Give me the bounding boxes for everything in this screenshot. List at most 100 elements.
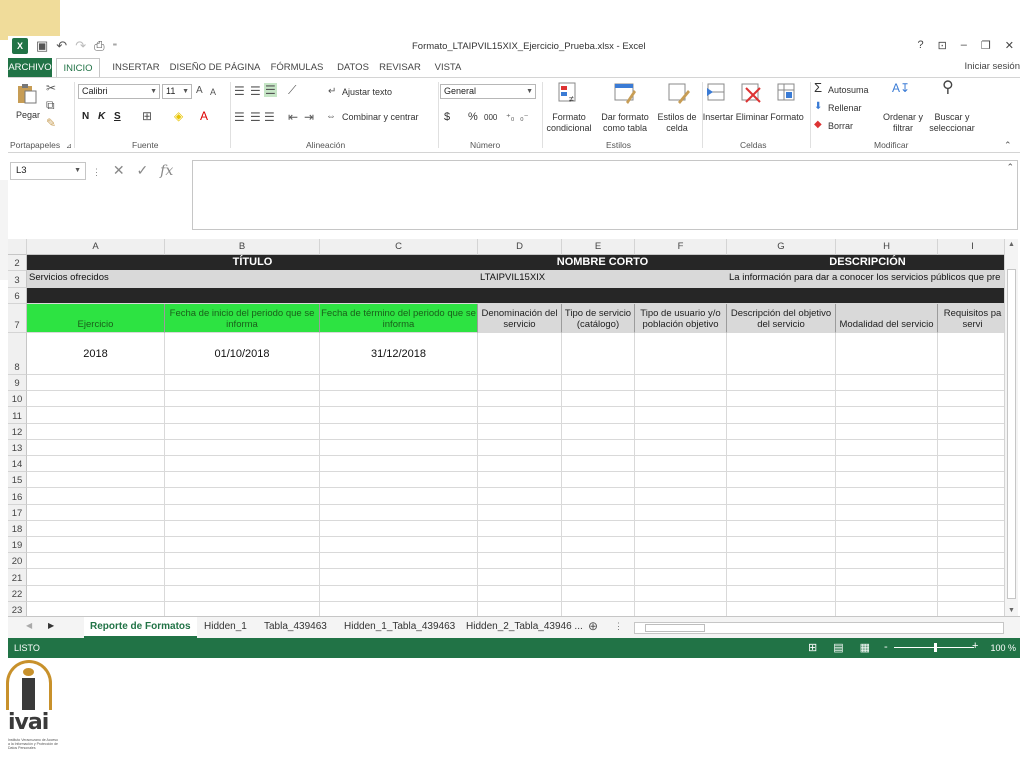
page-layout-icon[interactable]: ▤ bbox=[833, 641, 843, 654]
find-select-icon[interactable]: ⚲ bbox=[942, 80, 954, 96]
wrap-text-icon[interactable]: ↵ bbox=[328, 85, 336, 99]
increase-indent-icon[interactable]: ⇥ bbox=[304, 110, 314, 124]
row-header[interactable]: 16 bbox=[8, 488, 27, 505]
col-header-h[interactable]: H bbox=[836, 239, 938, 255]
format-painter-icon[interactable]: ✎ bbox=[46, 116, 56, 130]
sheet-tab-tabla[interactable]: Tabla_439463 bbox=[264, 617, 327, 638]
empty-cell[interactable] bbox=[836, 472, 938, 489]
scroll-down-icon[interactable]: ▼ bbox=[1008, 607, 1015, 614]
empty-cell[interactable] bbox=[727, 472, 836, 489]
empty-cell[interactable] bbox=[562, 569, 635, 586]
empty-cell[interactable] bbox=[320, 472, 478, 489]
insert-cells-button[interactable]: Insertar bbox=[700, 112, 736, 123]
empty-cell[interactable] bbox=[27, 472, 165, 489]
col-header-f[interactable]: F bbox=[635, 239, 727, 255]
empty-cell[interactable] bbox=[836, 553, 938, 570]
tab-diseno-pagina[interactable]: DISEÑO DE PÁGINA bbox=[168, 58, 262, 77]
row-header[interactable]: 21 bbox=[8, 569, 27, 586]
column-title-denominacion[interactable]: Denominación del servicio bbox=[478, 304, 562, 333]
empty-cell[interactable] bbox=[836, 423, 938, 440]
row-header[interactable]: 8 bbox=[8, 333, 27, 375]
empty-cell[interactable] bbox=[836, 375, 938, 392]
prev-sheet-icon[interactable]: ◀ bbox=[26, 621, 32, 630]
expand-formula-bar-icon[interactable]: ⌃ bbox=[1006, 162, 1014, 173]
empty-cell[interactable] bbox=[27, 553, 165, 570]
column-title-modalidad[interactable]: Modalidad del servicio bbox=[836, 304, 938, 333]
row-header[interactable]: 18 bbox=[8, 520, 27, 537]
copy-icon[interactable]: ⧉ bbox=[46, 98, 55, 112]
empty-cell[interactable] bbox=[165, 537, 320, 554]
row-header[interactable]: 9 bbox=[8, 375, 27, 392]
descripcion-header[interactable]: DESCRIPCIÓN bbox=[727, 255, 1004, 271]
empty-cell[interactable] bbox=[836, 407, 938, 424]
data-cell[interactable] bbox=[562, 333, 635, 375]
name-box[interactable]: L3 ▼ bbox=[10, 162, 86, 180]
gray-cell[interactable] bbox=[562, 271, 727, 288]
sheet-tab-reporte[interactable]: Reporte de Formatos bbox=[84, 617, 197, 638]
data-cell-fecha-inicio[interactable]: 01/10/2018 bbox=[165, 333, 320, 375]
ribbon-display-icon[interactable]: ⊡ bbox=[938, 39, 947, 52]
empty-cell[interactable] bbox=[938, 553, 1004, 570]
merge-center-icon[interactable]: ⇔ bbox=[326, 110, 336, 124]
minimize-icon[interactable]: – bbox=[961, 39, 967, 52]
scroll-thumb[interactable] bbox=[1007, 269, 1016, 599]
empty-cell[interactable] bbox=[478, 537, 562, 554]
empty-cell[interactable] bbox=[478, 439, 562, 456]
empty-cell[interactable] bbox=[562, 520, 635, 537]
empty-cell[interactable] bbox=[938, 407, 1004, 424]
conditional-format-button[interactable]: Formato condicional bbox=[544, 112, 594, 134]
empty-cell[interactable] bbox=[836, 456, 938, 473]
empty-cell[interactable] bbox=[27, 504, 165, 521]
col-header-g[interactable]: G bbox=[727, 239, 836, 255]
empty-cell[interactable] bbox=[165, 585, 320, 602]
number-format-combo[interactable]: General ▼ bbox=[440, 84, 536, 99]
empty-cell[interactable] bbox=[635, 423, 727, 440]
empty-cell[interactable] bbox=[27, 456, 165, 473]
empty-cell[interactable] bbox=[27, 423, 165, 440]
column-title-tipo-usuario[interactable]: Tipo de usuario y/o población objetivo bbox=[635, 304, 727, 333]
empty-cell[interactable] bbox=[478, 472, 562, 489]
clear-button[interactable]: Borrar bbox=[828, 121, 853, 132]
empty-cell[interactable] bbox=[320, 585, 478, 602]
normal-view-icon[interactable]: ⊞ bbox=[808, 641, 817, 654]
empty-cell[interactable] bbox=[478, 569, 562, 586]
empty-cell[interactable] bbox=[562, 375, 635, 392]
empty-cell[interactable] bbox=[727, 504, 836, 521]
empty-cell[interactable] bbox=[938, 391, 1004, 408]
nombre-corto-header[interactable]: NOMBRE CORTO bbox=[478, 255, 727, 271]
data-cell[interactable] bbox=[836, 333, 938, 375]
data-cell-fecha-termino[interactable]: 31/12/2018 bbox=[320, 333, 478, 375]
nombre-corto-value[interactable]: LTAIPVIL15XIX bbox=[478, 271, 562, 288]
print-preview-icon[interactable]: ⎙ bbox=[94, 38, 104, 54]
cell-styles-icon[interactable] bbox=[668, 82, 690, 104]
font-name-combo[interactable]: Calibri ▼ bbox=[78, 84, 160, 99]
empty-cell[interactable] bbox=[478, 407, 562, 424]
align-top-icon[interactable]: ☰ bbox=[234, 84, 245, 98]
empty-cell[interactable] bbox=[727, 585, 836, 602]
empty-cell[interactable] bbox=[27, 391, 165, 408]
sort-filter-button[interactable]: Ordenar y filtrar bbox=[880, 112, 926, 134]
empty-cell[interactable] bbox=[938, 375, 1004, 392]
row-header[interactable]: 15 bbox=[8, 472, 27, 489]
empty-cell[interactable] bbox=[562, 391, 635, 408]
cell-styles-button[interactable]: Estilos de celda bbox=[656, 112, 698, 134]
empty-cell[interactable] bbox=[635, 585, 727, 602]
empty-cell[interactable] bbox=[165, 456, 320, 473]
tab-datos[interactable]: DATOS bbox=[332, 58, 374, 77]
column-title-ejercicio[interactable]: Ejercicio bbox=[27, 304, 165, 333]
empty-cell[interactable] bbox=[165, 439, 320, 456]
empty-cell[interactable] bbox=[320, 601, 478, 616]
empty-cell[interactable] bbox=[938, 586, 1004, 602]
sign-in-link[interactable]: Iniciar sesión bbox=[965, 61, 1020, 72]
empty-cell[interactable] bbox=[836, 520, 938, 537]
row-header[interactable]: 19 bbox=[8, 537, 27, 554]
empty-cell[interactable] bbox=[836, 488, 938, 505]
bold-button[interactable]: N bbox=[82, 110, 89, 124]
empty-cell[interactable] bbox=[27, 601, 165, 616]
page-break-icon[interactable]: ▦ bbox=[860, 641, 870, 654]
row-header[interactable]: 20 bbox=[8, 553, 27, 570]
close-icon[interactable]: ✕ bbox=[1005, 39, 1014, 52]
currency-button[interactable]: $ bbox=[444, 110, 450, 124]
empty-cell[interactable] bbox=[562, 407, 635, 424]
sheet-tab-hidden-1[interactable]: Hidden_1 bbox=[204, 617, 247, 638]
